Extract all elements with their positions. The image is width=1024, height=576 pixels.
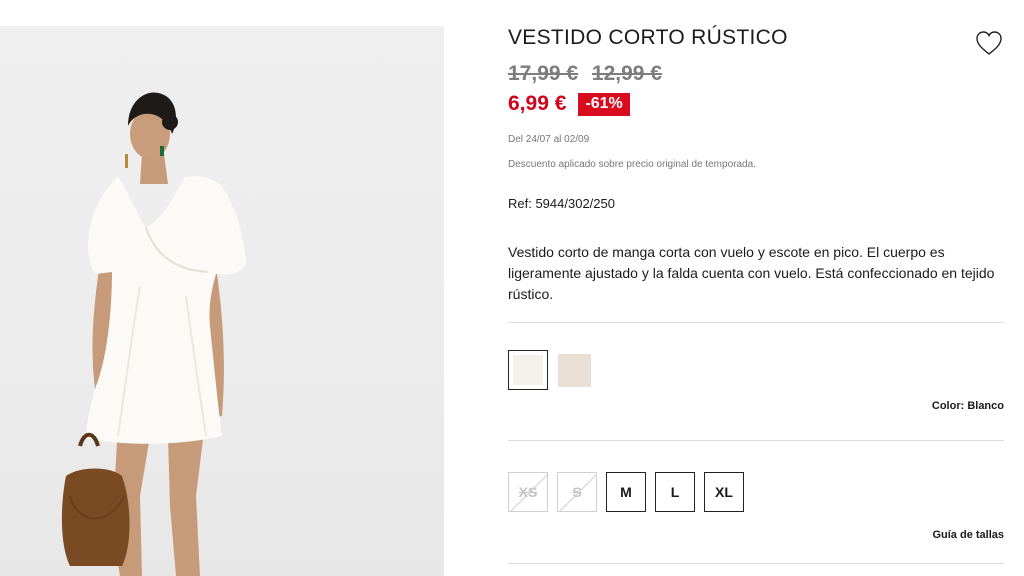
- model-photo-illustration: [61, 92, 246, 576]
- unavailable-slash-icon: [510, 474, 548, 512]
- size-option-l[interactable]: L: [655, 472, 695, 512]
- heart-icon[interactable]: [974, 28, 1004, 58]
- size-selector: XS S M L XL: [508, 472, 753, 512]
- current-price-row: 6,99 € -61%: [508, 92, 630, 116]
- color-swatch-blanco[interactable]: [508, 350, 548, 390]
- product-title: VESTIDO CORTO RÚSTICO: [508, 26, 788, 49]
- size-option-m[interactable]: M: [606, 472, 646, 512]
- promo-dates: Del 24/07 al 02/09: [508, 134, 590, 145]
- divider: [508, 563, 1004, 564]
- size-guide-link[interactable]: Guía de tallas: [932, 529, 1004, 541]
- discount-badge: -61%: [578, 92, 630, 116]
- previous-price: 12,99 €: [591, 62, 662, 85]
- product-description: Vestido corto de manga corta con vuelo y…: [508, 244, 995, 302]
- size-label: XL: [715, 484, 733, 500]
- original-prices: 17,99 € 12,99 €: [508, 62, 670, 86]
- color-swatch-beige[interactable]: [558, 354, 591, 387]
- unavailable-slash-icon: [559, 474, 597, 512]
- size-label: L: [670, 484, 680, 500]
- discount-note: Descuento aplicado sobre precio original…: [508, 159, 756, 170]
- size-option-xl[interactable]: XL: [704, 472, 744, 512]
- size-label: M: [620, 484, 632, 500]
- divider: [508, 322, 1004, 323]
- product-image[interactable]: [0, 26, 444, 576]
- size-option-xs: XS: [508, 472, 548, 512]
- current-price: 6,99 €: [508, 92, 567, 115]
- product-info-panel: VESTIDO CORTO RÚSTICO 17,99 € 12,99 € 6,…: [508, 0, 1004, 576]
- size-option-s: S: [557, 472, 597, 512]
- product-reference: Ref: 5944/302/250: [508, 196, 615, 211]
- divider: [508, 440, 1004, 441]
- color-swatch-fill: [513, 355, 543, 385]
- product-page: VESTIDO CORTO RÚSTICO 17,99 € 12,99 € 6,…: [0, 0, 1024, 576]
- original-price: 17,99 €: [508, 62, 579, 85]
- selected-color-label: Color: Blanco: [931, 400, 1004, 412]
